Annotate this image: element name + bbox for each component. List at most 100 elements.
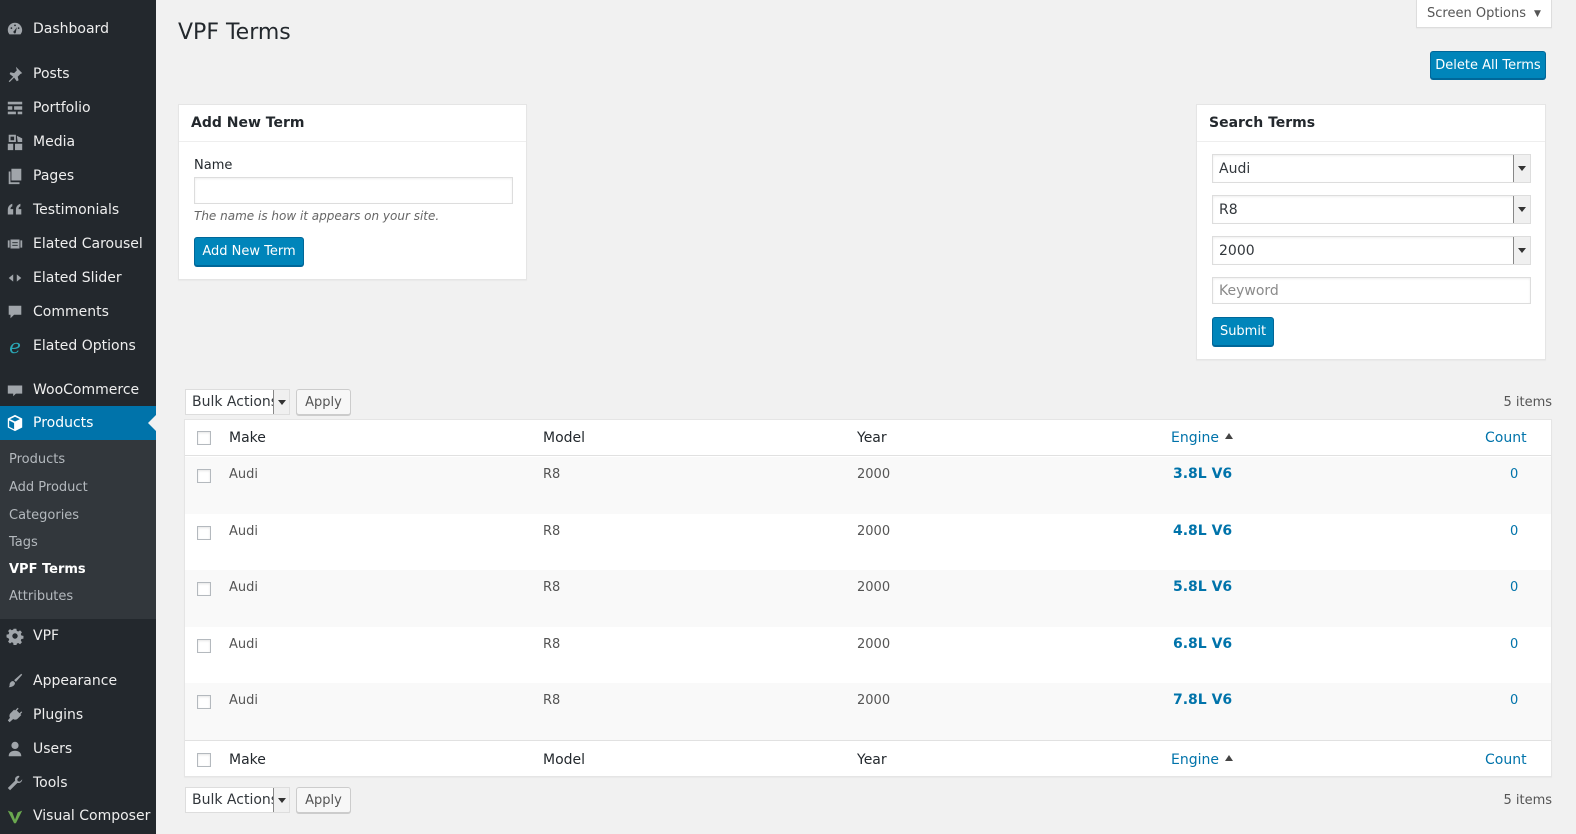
dashboard-icon bbox=[5, 19, 25, 39]
column-engine[interactable]: Engine bbox=[1171, 752, 1233, 768]
chevron-down-icon bbox=[1513, 237, 1530, 264]
sidebar-item-comments[interactable]: Comments bbox=[0, 295, 156, 329]
page-title: VPF Terms bbox=[178, 20, 291, 45]
sidebar-item-tools[interactable]: Tools bbox=[0, 766, 156, 800]
cell-year: 2000 bbox=[857, 637, 891, 652]
table-row: Audi R8 2000 4.8L V6 0 bbox=[185, 514, 1551, 571]
column-model[interactable]: Model bbox=[543, 430, 585, 446]
wrench-icon bbox=[5, 773, 25, 793]
elated-icon: e bbox=[9, 334, 21, 358]
submenu-item-categories[interactable]: Categories bbox=[9, 508, 79, 523]
sidebar-item-vpf[interactable]: VPF bbox=[0, 619, 156, 653]
cell-make: Audi bbox=[229, 637, 258, 652]
cell-count[interactable]: 0 bbox=[1510, 467, 1518, 482]
slider-icon bbox=[5, 268, 25, 288]
sidebar-item-label: Testimonials bbox=[33, 202, 120, 218]
column-make[interactable]: Make bbox=[229, 752, 266, 768]
column-model[interactable]: Model bbox=[543, 752, 585, 768]
year-select[interactable]: 2000 bbox=[1212, 236, 1531, 265]
sidebar-item-label: Plugins bbox=[33, 707, 84, 723]
make-select[interactable]: Audi bbox=[1212, 154, 1531, 183]
table-row: Audi R8 2000 7.8L V6 0 bbox=[185, 683, 1551, 740]
sidebar-item-products[interactable]: Products bbox=[0, 406, 156, 440]
cell-make: Audi bbox=[229, 693, 258, 708]
column-engine[interactable]: Engine bbox=[1171, 430, 1233, 446]
cell-engine-link[interactable]: 5.8L V6 bbox=[1173, 579, 1232, 595]
submenu-item-products[interactable]: Products bbox=[9, 452, 65, 467]
row-checkbox[interactable] bbox=[197, 695, 211, 709]
cell-count[interactable]: 0 bbox=[1510, 580, 1518, 595]
cell-year: 2000 bbox=[857, 580, 891, 595]
sidebar-item-label: Elated Options bbox=[33, 338, 136, 354]
sidebar-item-pages[interactable]: Pages bbox=[0, 159, 156, 193]
gear-icon bbox=[5, 626, 25, 646]
cell-count[interactable]: 0 bbox=[1510, 637, 1518, 652]
row-checkbox[interactable] bbox=[197, 469, 211, 483]
sidebar-item-woocommerce[interactable]: WooCommerce bbox=[0, 373, 156, 407]
cell-engine-link[interactable]: 6.8L V6 bbox=[1173, 636, 1232, 652]
row-checkbox[interactable] bbox=[197, 582, 211, 596]
cell-engine-link[interactable]: 3.8L V6 bbox=[1173, 466, 1232, 482]
column-count[interactable]: Count bbox=[1485, 752, 1527, 768]
row-checkbox[interactable] bbox=[197, 639, 211, 653]
sidebar-item-label: Posts bbox=[33, 66, 70, 82]
sidebar-item-elated-options[interactable]: e Elated Options bbox=[0, 329, 156, 363]
sidebar-item-label: Elated Slider bbox=[33, 270, 122, 286]
sidebar-item-label: VPF bbox=[33, 628, 60, 644]
select-all-checkbox[interactable] bbox=[197, 431, 211, 445]
sidebar-item-appearance[interactable]: Appearance bbox=[0, 664, 156, 698]
plug-icon bbox=[5, 705, 25, 725]
cell-engine-link[interactable]: 7.8L V6 bbox=[1173, 692, 1232, 708]
pages-icon bbox=[5, 166, 25, 186]
sidebar-item-plugins[interactable]: Plugins bbox=[0, 698, 156, 732]
sidebar-item-label: Dashboard bbox=[33, 21, 109, 37]
column-count[interactable]: Count bbox=[1485, 430, 1527, 446]
vc-icon bbox=[5, 806, 25, 826]
products-icon bbox=[5, 413, 25, 433]
chevron-down-icon bbox=[1513, 155, 1530, 182]
bulk-actions-value: Bulk Actions bbox=[192, 792, 279, 808]
cell-make: Audi bbox=[229, 467, 258, 482]
row-checkbox[interactable] bbox=[197, 526, 211, 540]
sidebar-item-testimonials[interactable]: Testimonials bbox=[0, 193, 156, 227]
sidebar-item-label: Appearance bbox=[33, 673, 118, 689]
apply-button-bottom[interactable]: Apply bbox=[296, 787, 351, 813]
submit-button[interactable]: Submit bbox=[1212, 317, 1274, 346]
sidebar-item-label: Visual Composer bbox=[33, 808, 151, 824]
year-select-value: 2000 bbox=[1219, 242, 1255, 259]
submenu-item-add-product[interactable]: Add Product bbox=[9, 480, 88, 495]
sidebar-item-visual-composer[interactable]: Visual Composer bbox=[0, 799, 156, 833]
cell-engine-link[interactable]: 4.8L V6 bbox=[1173, 523, 1232, 539]
keyword-input[interactable]: Keyword bbox=[1212, 277, 1531, 304]
sidebar-item-media[interactable]: Media bbox=[0, 125, 156, 159]
select-all-checkbox-bottom[interactable] bbox=[197, 753, 211, 767]
bulk-actions-select-top[interactable]: Bulk Actions bbox=[185, 389, 290, 415]
cell-count[interactable]: 0 bbox=[1510, 693, 1518, 708]
sidebar-item-portfolio[interactable]: Portfolio bbox=[0, 91, 156, 125]
model-select[interactable]: R8 bbox=[1212, 195, 1531, 224]
delete-all-terms-button[interactable]: Delete All Terms bbox=[1430, 51, 1546, 79]
name-input[interactable] bbox=[194, 177, 513, 204]
table-row: Audi R8 2000 6.8L V6 0 bbox=[185, 627, 1551, 684]
cell-year: 2000 bbox=[857, 524, 891, 539]
add-new-term-heading: Add New Term bbox=[179, 105, 526, 142]
submenu-item-vpf-terms[interactable]: VPF Terms bbox=[9, 562, 86, 577]
sidebar-item-users[interactable]: Users bbox=[0, 732, 156, 766]
sidebar-item-elated-slider[interactable]: Elated Slider bbox=[0, 261, 156, 295]
sidebar-item-posts[interactable]: Posts bbox=[0, 57, 156, 91]
sidebar-item-elated-carousel[interactable]: Elated Carousel bbox=[0, 227, 156, 261]
add-new-term-button[interactable]: Add New Term bbox=[194, 237, 304, 266]
bulk-actions-select-bottom[interactable]: Bulk Actions bbox=[185, 787, 290, 813]
apply-button-top[interactable]: Apply bbox=[296, 389, 351, 415]
sidebar-item-dashboard[interactable]: Dashboard bbox=[0, 12, 156, 46]
submenu-item-tags[interactable]: Tags bbox=[9, 535, 38, 550]
column-year[interactable]: Year bbox=[857, 752, 887, 768]
screen-options-button[interactable]: Screen Options ▼ bbox=[1416, 0, 1552, 28]
column-make[interactable]: Make bbox=[229, 430, 266, 446]
column-year[interactable]: Year bbox=[857, 430, 887, 446]
cell-count[interactable]: 0 bbox=[1510, 524, 1518, 539]
carousel-icon bbox=[5, 234, 25, 254]
submenu-item-attributes[interactable]: Attributes bbox=[9, 589, 73, 604]
sort-up-icon bbox=[1224, 433, 1233, 439]
name-label: Name bbox=[194, 158, 233, 173]
